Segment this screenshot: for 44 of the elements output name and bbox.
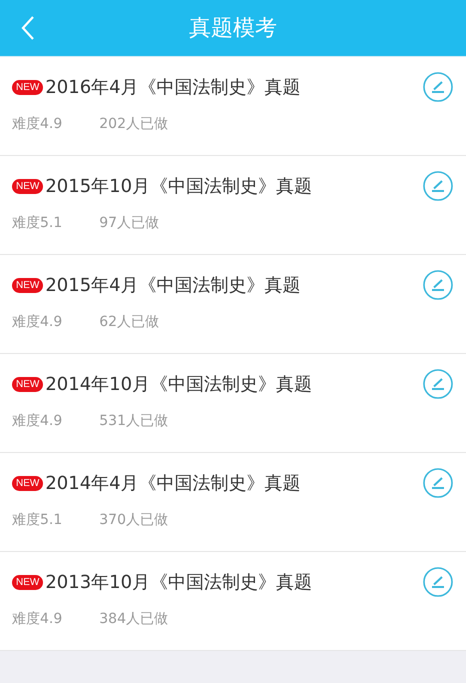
pencil-icon <box>422 170 454 202</box>
attempt-count: 62人已做 <box>99 313 160 331</box>
exam-title: 2014年4月《中国法制史》真题 <box>45 472 301 495</box>
new-badge: NEW <box>12 178 44 194</box>
attempt-count: 370人已做 <box>99 511 168 529</box>
chevron-left-icon <box>20 15 36 41</box>
edit-button[interactable] <box>422 368 454 400</box>
edit-button[interactable] <box>422 170 454 202</box>
new-badge: NEW <box>12 278 44 292</box>
exam-row[interactable]: NEW 2013年10月《中国法制史》真题 难度4.9 384人已做 <box>0 552 466 651</box>
attempt-count: 97人已做 <box>99 214 160 232</box>
edit-button[interactable] <box>422 467 454 499</box>
exam-row[interactable]: NEW 2014年10月《中国法制史》真题 难度4.9 531人已做 <box>0 354 466 453</box>
difficulty-text: 难度4.9 <box>12 412 62 430</box>
difficulty-text: 难度4.9 <box>12 313 62 331</box>
pencil-icon <box>422 269 454 301</box>
exam-title: 2015年10月《中国法制史》真题 <box>45 175 312 198</box>
edit-button[interactable] <box>422 71 454 103</box>
exam-row[interactable]: NEW 2014年4月《中国法制史》真题 难度5.1 370人已做 <box>0 453 466 552</box>
new-badge: NEW <box>12 574 44 590</box>
exam-title: 2016年4月《中国法制史》真题 <box>45 76 301 99</box>
pencil-icon <box>422 566 454 598</box>
pencil-icon <box>422 467 454 499</box>
edit-button[interactable] <box>422 269 454 301</box>
attempt-count: 531人已做 <box>99 412 168 430</box>
new-badge: NEW <box>12 376 44 392</box>
exam-title: 2013年10月《中国法制史》真题 <box>45 571 312 594</box>
difficulty-text: 难度5.1 <box>12 214 62 232</box>
page-title: 真题模考 <box>189 15 277 43</box>
difficulty-text: 难度5.1 <box>12 511 62 529</box>
exam-row[interactable]: NEW 2015年4月《中国法制史》真题 难度4.9 62人已做 <box>0 255 466 354</box>
pencil-icon <box>422 368 454 400</box>
exam-title: 2015年4月《中国法制史》真题 <box>45 274 301 297</box>
difficulty-text: 难度4.9 <box>12 610 62 628</box>
new-badge: NEW <box>12 476 44 490</box>
attempt-count: 202人已做 <box>99 115 168 133</box>
exam-row[interactable]: NEW 2016年4月《中国法制史》真题 难度4.9 202人已做 <box>0 57 466 156</box>
exam-row[interactable]: NEW 2015年10月《中国法制史》真题 难度5.1 97人已做 <box>0 156 466 255</box>
new-badge: NEW <box>12 80 44 94</box>
exam-title: 2014年10月《中国法制史》真题 <box>45 373 312 396</box>
difficulty-text: 难度4.9 <box>12 115 62 133</box>
pencil-icon <box>422 71 454 103</box>
attempt-count: 384人已做 <box>99 610 168 628</box>
edit-button[interactable] <box>422 566 454 598</box>
